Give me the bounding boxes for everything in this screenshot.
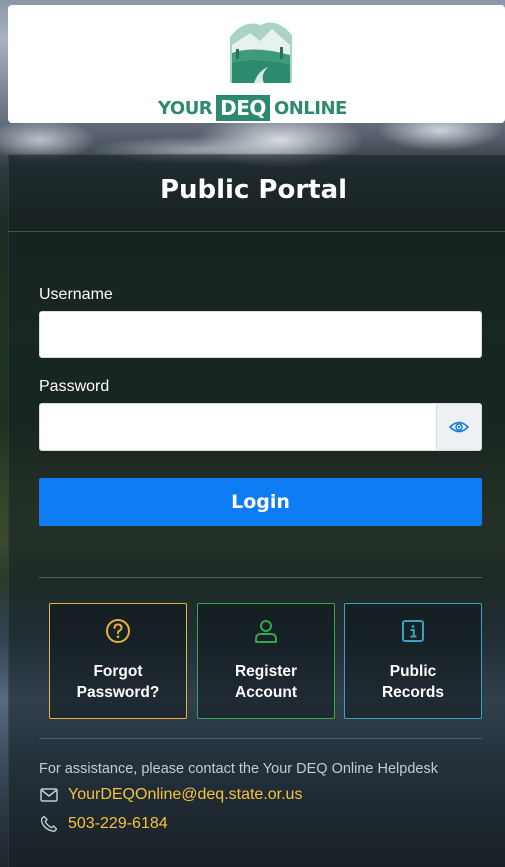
phone-icon [39,814,59,834]
landscape-logo-icon [230,22,292,84]
eye-icon [449,421,469,433]
your-deq-online-logo[interactable]: YOUR DEQ ONLINE [158,15,383,121]
tile-line: Public [389,663,437,680]
phone-contact[interactable]: 503-229-6184 [39,814,168,834]
user-icon [252,617,280,645]
tile-line: Register [234,663,298,680]
email-link[interactable]: YourDEQOnline@deq.state.or.us [68,786,302,804]
password-field-group [39,403,482,451]
username-input[interactable] [39,311,482,358]
info-square-icon [399,617,427,645]
envelope-icon [39,785,59,805]
password-input[interactable] [39,403,437,451]
logo-word-deq: DEQ [216,95,270,121]
logo-word-your: YOUR [158,97,213,119]
tile-line: Records [381,684,445,701]
login-button[interactable]: Login [39,478,482,526]
tile-line: Account [235,684,297,701]
footer-divider [39,738,482,739]
register-account-label: Register Account [211,661,321,703]
forgot-password-label: Forgot Password? [63,661,173,703]
password-label: Password [39,378,110,395]
phone-link[interactable]: 503-229-6184 [68,815,168,833]
page-title: Public Portal [159,175,348,205]
show-password-button[interactable] [436,403,482,451]
title-divider [8,231,505,232]
register-account-tile[interactable]: Register Account [197,603,335,719]
assistance-text: For assistance, please contact the Your … [39,761,438,777]
tile-line: Password? [76,684,160,701]
header-banner: YOUR DEQ ONLINE [8,5,505,123]
question-circle-icon [104,617,132,645]
public-records-label: Public Records [358,661,468,703]
tile-line: Forgot [93,663,143,680]
logo-wordmark: YOUR DEQ ONLINE [158,95,383,121]
email-contact[interactable]: YourDEQOnline@deq.state.or.us [39,785,302,805]
username-label: Username [39,286,113,303]
logo-word-online: ONLINE [273,97,347,119]
forgot-password-tile[interactable]: Forgot Password? [49,603,187,719]
section-divider [39,577,482,578]
public-records-tile[interactable]: Public Records [344,603,482,719]
